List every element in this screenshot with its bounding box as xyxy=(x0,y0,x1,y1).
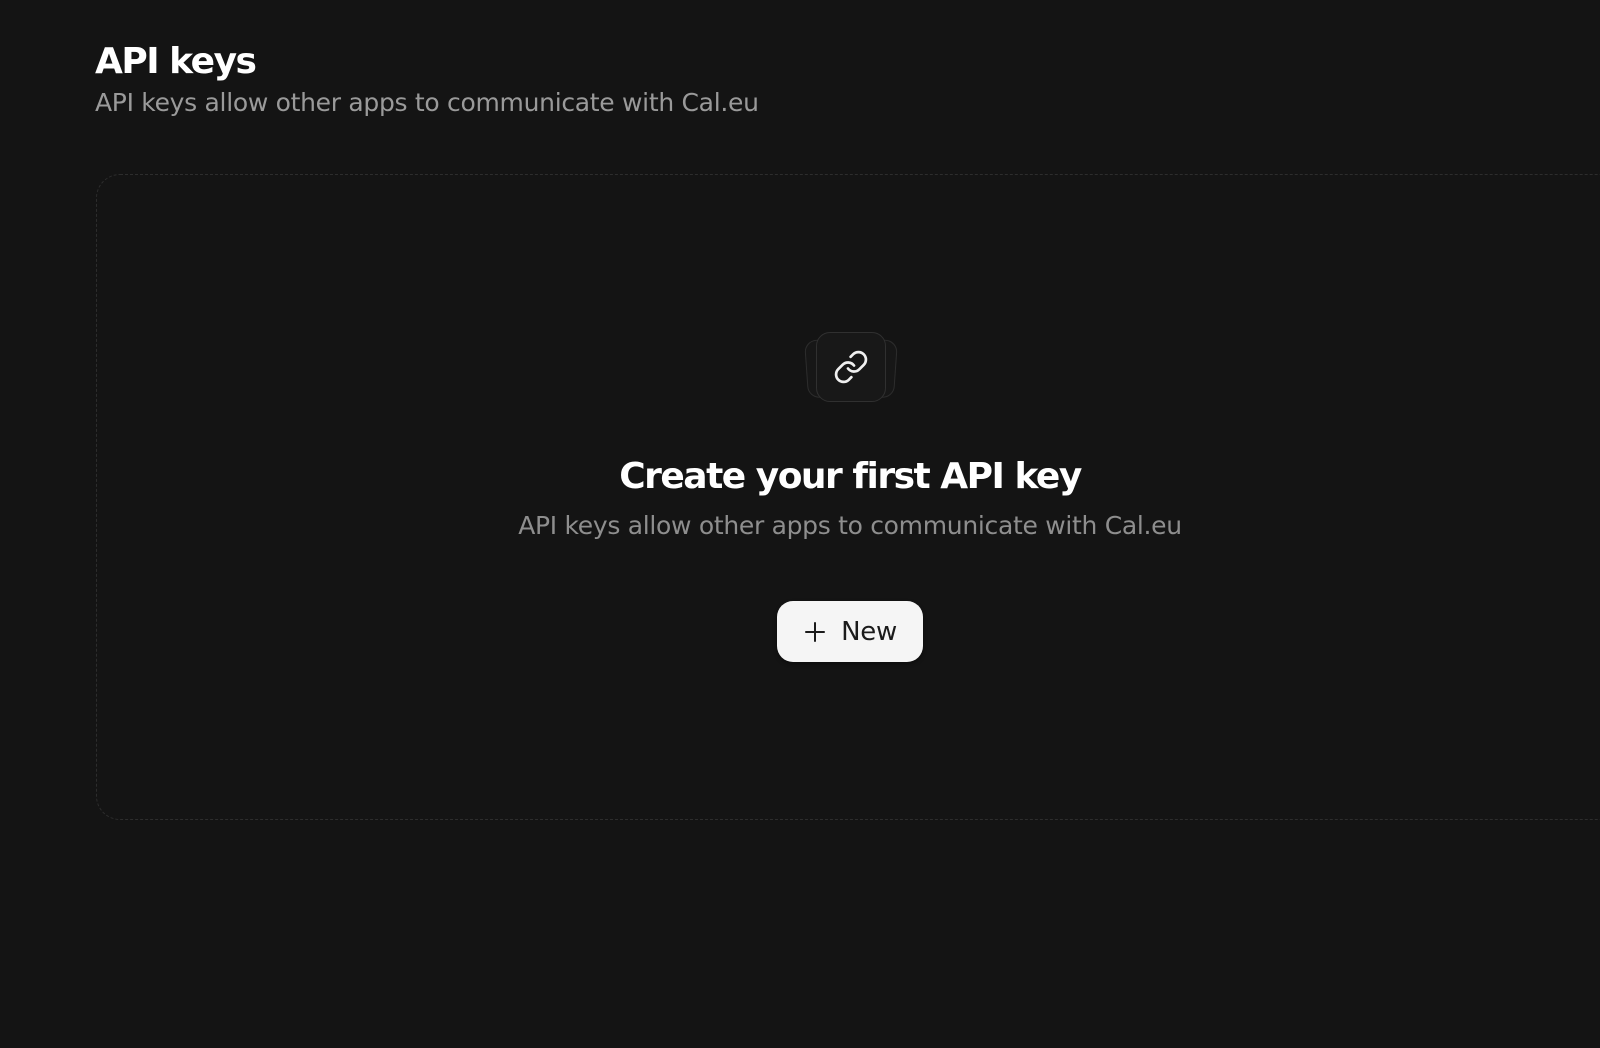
empty-state-description: API keys allow other apps to communicate… xyxy=(518,511,1182,540)
empty-state-illustration xyxy=(804,332,898,404)
plus-icon xyxy=(803,620,827,644)
new-api-key-button[interactable]: New xyxy=(777,601,923,662)
page-subtitle: API keys allow other apps to communicate… xyxy=(95,88,759,117)
empty-state-title: Create your first API key xyxy=(619,456,1082,497)
page-title: API keys xyxy=(95,41,257,82)
link-icon xyxy=(816,332,886,402)
new-button-label: New xyxy=(841,616,897,647)
empty-state: Create your first API key API keys allow… xyxy=(96,174,1600,820)
api-keys-page: API keys API keys allow other apps to co… xyxy=(0,0,1600,1048)
page-header: API keys API keys allow other apps to co… xyxy=(95,38,759,120)
